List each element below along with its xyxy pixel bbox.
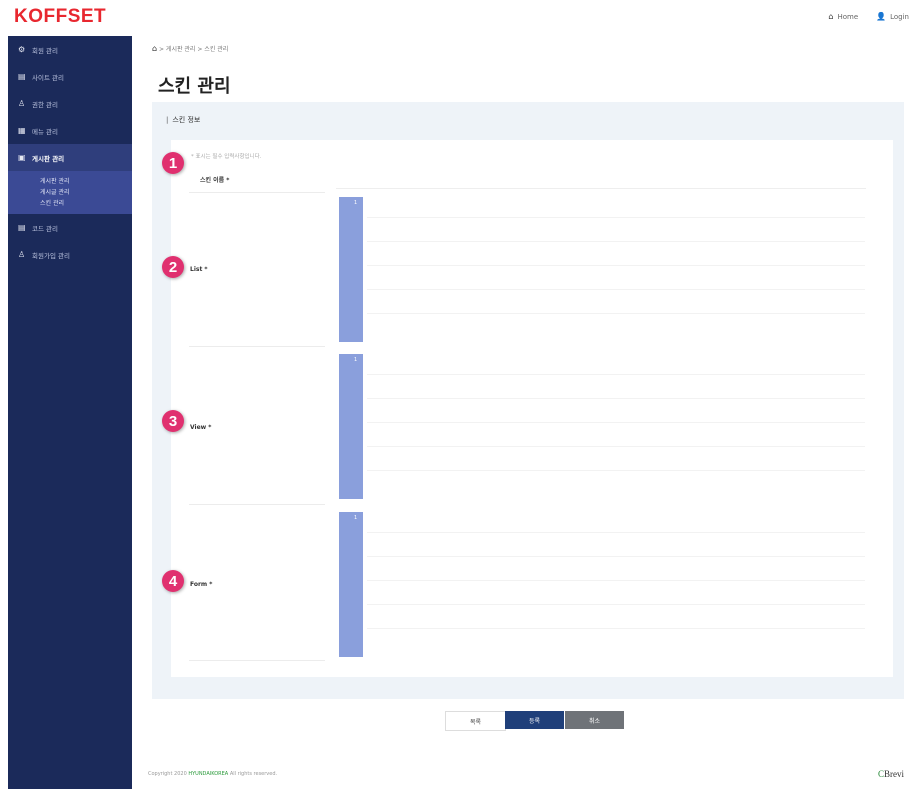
footer-logo: CBrevi [878, 769, 905, 779]
panel-title: | 스킨 정보 [166, 116, 201, 124]
list-label-cell [189, 196, 325, 347]
gear-icon: ⚙ [18, 45, 26, 54]
code-icon: ▤ [18, 223, 26, 232]
menu-icon: ▦ [18, 126, 26, 135]
callout-badge-4: 4 [162, 570, 184, 592]
submenu-item-posts[interactable]: 게시글 관리 [40, 187, 132, 198]
board-icon: ▣ [18, 153, 26, 162]
line-gutter: 1 [339, 512, 363, 657]
save-button[interactable]: 등록 [505, 711, 564, 729]
sidebar-item-members[interactable]: ⚙ 회원 관리 [8, 36, 132, 63]
sidebar-item-site[interactable]: ▤ 사이트 관리 [8, 63, 132, 90]
skin-name-input[interactable] [336, 168, 866, 189]
user-icon: 👤 [876, 12, 887, 21]
line-gutter: 1 [339, 354, 363, 499]
user-add-icon: ♙ [18, 250, 26, 259]
footer-copyright: Copyright 2020 HYUNDAIKOREA All rights r… [148, 771, 278, 777]
sidebar-item-permissions[interactable]: ♙ 권한 관리 [8, 90, 132, 117]
callout-badge-2: 2 [162, 256, 184, 278]
sidebar-item-signup[interactable]: ♙ 회원가입 관리 [8, 241, 132, 268]
sidebar: ⚙ 회원 관리 ▤ 사이트 관리 ♙ 권한 관리 ▦ 메뉴 관리 ▣ 게시판 관리 게시판… [8, 36, 132, 789]
home-link[interactable]: ⌂ Home [828, 12, 858, 21]
list-label: List * [190, 266, 208, 273]
page-title: 스킨 관리 [158, 76, 231, 97]
submenu-item-skin[interactable]: 스킨 관리 [40, 198, 132, 209]
app-logo[interactable]: KOFFSET [14, 6, 106, 28]
breadcrumb: ⌂ > 게시판 관리 > 스킨 관리 [152, 44, 229, 53]
callout-badge-1: 1 [162, 152, 184, 174]
submenu-item-board[interactable]: 게시판 관리 [40, 176, 132, 187]
login-link[interactable]: 👤 Login [876, 12, 909, 21]
cancel-button[interactable]: 취소 [565, 711, 624, 729]
list-icon: ▤ [18, 72, 26, 81]
list-code-editor[interactable]: 1 [339, 197, 869, 342]
list-button[interactable]: 목록 [445, 711, 506, 731]
users-icon: ♙ [18, 99, 26, 108]
sidebar-submenu: 게시판 관리 게시글 관리 스킨 관리 [8, 171, 132, 214]
view-code-editor[interactable]: 1 [339, 354, 869, 499]
required-notice: * 표시는 필수 입력사항입니다. [191, 154, 262, 160]
view-label: View * [190, 424, 212, 431]
sidebar-item-menu[interactable]: ▦ 메뉴 관리 [8, 117, 132, 144]
home-icon: ⌂ [828, 12, 834, 21]
top-nav: ⌂ Home 👤 Login [828, 12, 909, 21]
form-label: Form * [190, 581, 213, 588]
form-code-editor[interactable]: 1 [339, 512, 869, 657]
home-icon[interactable]: ⌂ [152, 44, 157, 53]
line-gutter: 1 [339, 197, 363, 342]
sidebar-item-code[interactable]: ▤ 코드 관리 [8, 214, 132, 241]
callout-badge-3: 3 [162, 410, 184, 432]
skin-name-label-cell [189, 166, 325, 193]
sidebar-item-board[interactable]: ▣ 게시판 관리 [8, 144, 132, 171]
